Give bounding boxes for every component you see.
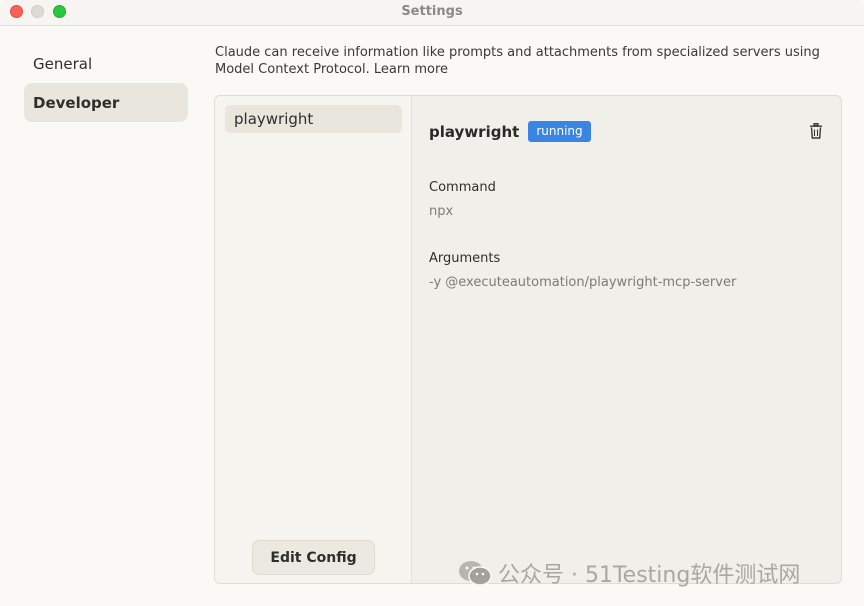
server-detail: playwright running Command npx Arguments… [413, 96, 841, 583]
watermark: 公众号 · 51Testing软件测试网 [458, 557, 800, 589]
mcp-servers-panel: playwright Edit Config playwright runnin… [214, 95, 842, 584]
server-detail-header: playwright running [429, 121, 591, 142]
sidebar-item-label: General [33, 54, 93, 73]
server-list: playwright Edit Config [215, 96, 412, 583]
developer-intro-text: Claude can receive information like prom… [215, 45, 820, 77]
status-badge: running [528, 121, 591, 142]
server-name: playwright [429, 122, 520, 141]
settings-window: Settings General Developer Claude can re… [0, 0, 864, 606]
sidebar-item-label: Developer [33, 93, 120, 112]
window-title: Settings [401, 4, 463, 19]
sidebar-item-developer[interactable]: Developer [24, 83, 188, 122]
trash-icon[interactable] [809, 123, 823, 139]
sidebar-item-general[interactable]: General [24, 44, 188, 83]
title-bar: Settings [0, 0, 864, 26]
wechat-icon [459, 561, 492, 586]
command-label: Command [429, 180, 496, 195]
server-item-label: playwright [234, 110, 314, 128]
arguments-value: -y @executeautomation/playwright-mcp-ser… [429, 275, 737, 290]
edit-config-button[interactable]: Edit Config [252, 540, 375, 575]
watermark-text: 公众号 · 51Testing软件测试网 [498, 563, 801, 588]
settings-sidebar: General Developer [24, 44, 188, 122]
server-item-playwright[interactable]: playwright [225, 105, 402, 133]
command-value: npx [429, 204, 454, 219]
arguments-label: Arguments [429, 251, 501, 266]
